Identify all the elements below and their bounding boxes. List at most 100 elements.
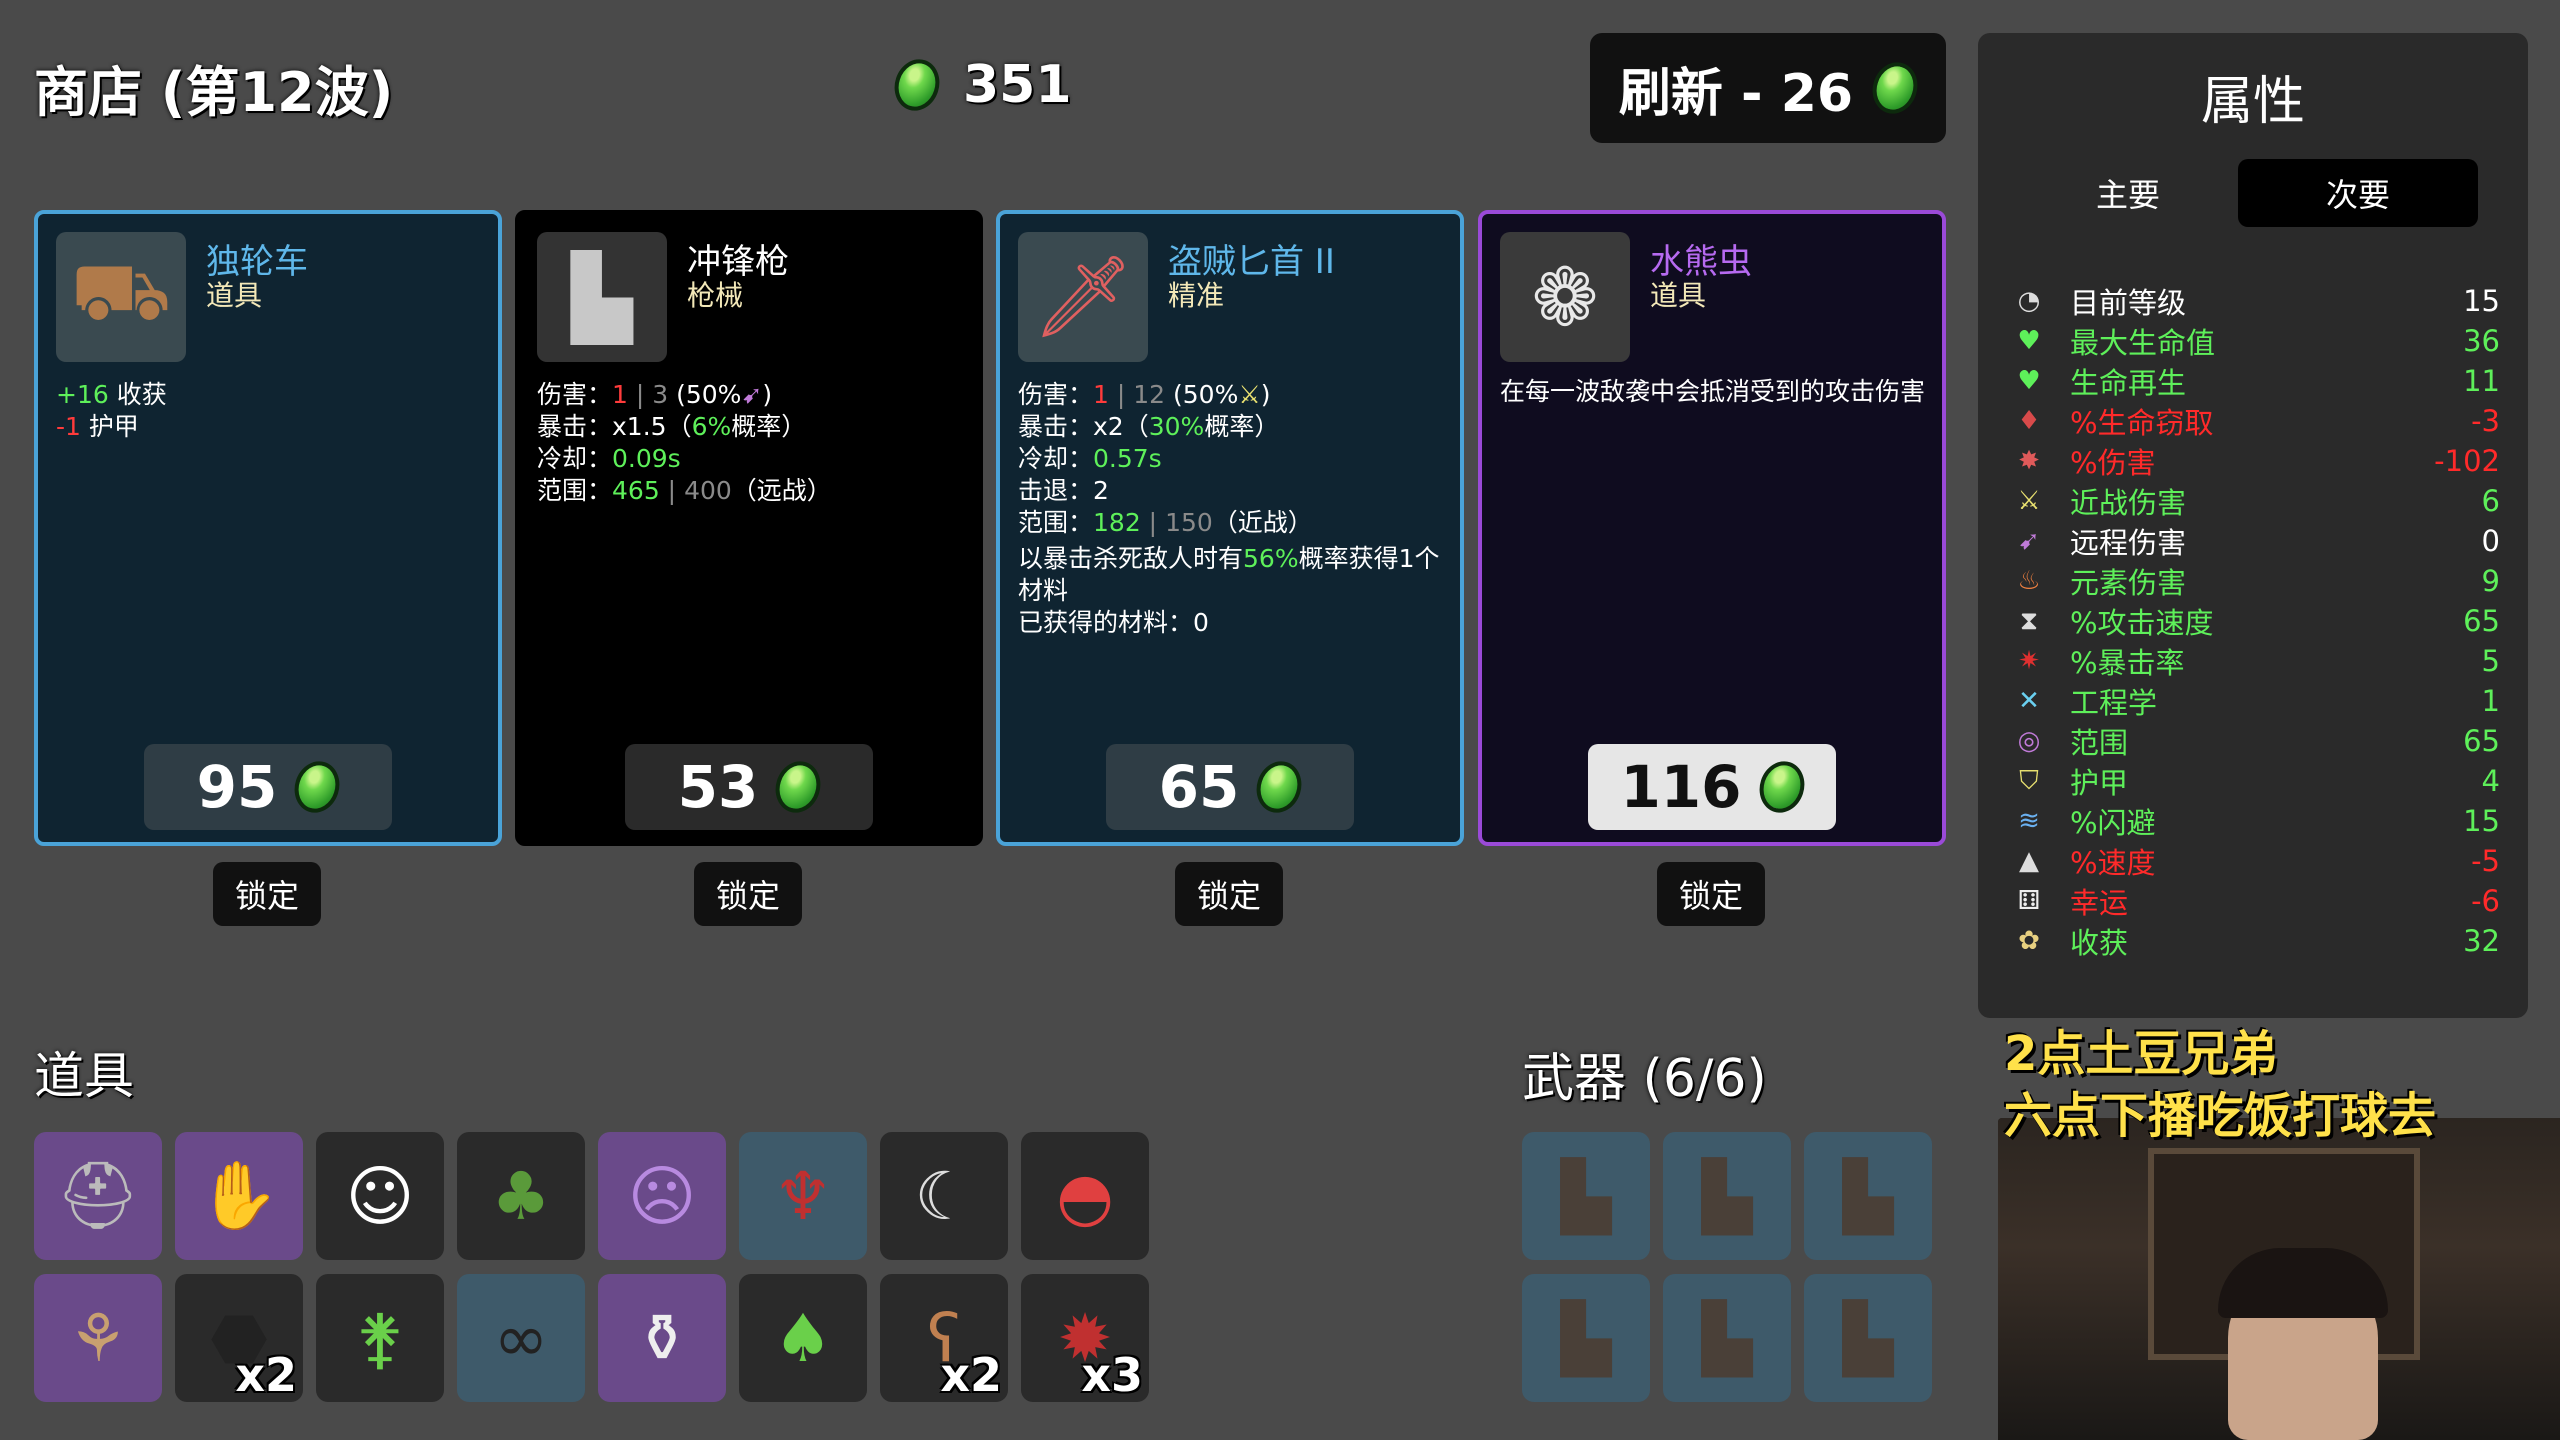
- smg-icon: ▙: [1842, 1299, 1894, 1377]
- item-slot[interactable]: ♣: [457, 1132, 585, 1260]
- heart-icon: ♥: [2017, 326, 2041, 356]
- stat-value: -6: [2471, 884, 2500, 918]
- stat-row[interactable]: ✕ 工程学 1: [2012, 683, 2500, 720]
- item-slot[interactable]: ✹ x3: [1021, 1274, 1149, 1402]
- special-effect: 以暴击杀死敌人时有56%概率获得1个材料: [1018, 544, 1440, 605]
- weapon-slot[interactable]: ▙: [1663, 1132, 1791, 1260]
- gold-amount: 351: [963, 55, 1072, 115]
- shop-card-thief-dagger[interactable]: 🗡 盗贼匕首 II 精准 伤害：1 | 12 (50%⚔) 暴击：x2（30%概…: [996, 210, 1464, 846]
- item-slot[interactable]: ⚵: [316, 1274, 444, 1402]
- item-count: x2: [235, 1348, 297, 1402]
- weapon-stats: 伤害：1 | 12 (50%⚔) 暴击：x2（30%概率） 冷却：0.57s 击…: [1018, 379, 1458, 639]
- stat-row[interactable]: ⚅ 幸运 -6: [2012, 883, 2500, 920]
- material-gem-icon: [1250, 755, 1309, 819]
- shop-card-wheelbarrow[interactable]: ⛟ 独轮车 道具 +16 收获 -1 护甲 95: [34, 210, 502, 846]
- stat-value: 4: [2481, 764, 2500, 798]
- lock-button[interactable]: 锁定: [694, 862, 802, 926]
- price-value: 53: [677, 753, 759, 821]
- item-slot[interactable]: ⛑: [34, 1132, 162, 1260]
- shop-card-tardigrade[interactable]: ❁ 水熊虫 道具 在每一波敌袭中会抵消受到的攻击伤害 116: [1478, 210, 1946, 846]
- stat-row[interactable]: ▲ %速度 -5: [2012, 843, 2500, 880]
- effect-line: -1 护甲: [56, 412, 139, 441]
- item-slot[interactable]: ⬣ x2: [175, 1274, 303, 1402]
- stat-value: 15: [2463, 284, 2500, 318]
- lock-button[interactable]: 锁定: [1175, 862, 1283, 926]
- stat-row[interactable]: ◔ 目前等级 15: [2012, 283, 2500, 320]
- tab-secondary[interactable]: 次要: [2238, 159, 2478, 227]
- smg-icon: ▙: [1701, 1299, 1753, 1377]
- weapon-slot[interactable]: ▙: [1804, 1274, 1932, 1402]
- stat-label: %生命窃取: [2070, 406, 2214, 440]
- stat-crit: 暴击：x2（30%概率）: [1018, 412, 1280, 441]
- stat-value: 1: [2481, 684, 2500, 718]
- ghost-icon: ☹: [627, 1157, 697, 1235]
- dagger-icon: 🗡: [1018, 232, 1148, 362]
- stat-label: %伤害: [2070, 446, 2156, 480]
- reroll-button[interactable]: 刷新 - 26: [1590, 33, 1946, 143]
- item-slot[interactable]: ◓: [1021, 1132, 1149, 1260]
- price-value: 116: [1620, 753, 1742, 821]
- stat-label: %暴击率: [2070, 646, 2185, 680]
- item-slot[interactable]: ✋: [175, 1132, 303, 1260]
- buy-price-button[interactable]: 95: [144, 744, 392, 830]
- stat-row[interactable]: ✸ %伤害 -102: [2012, 443, 2500, 480]
- item-slot[interactable]: ♆: [739, 1132, 867, 1260]
- weapon-slot[interactable]: ▙: [1663, 1274, 1791, 1402]
- item-slot[interactable]: ʕ x2: [880, 1274, 1008, 1402]
- stat-label: 护甲: [2070, 766, 2129, 800]
- smg-icon: ▙: [1560, 1157, 1612, 1235]
- lock-button[interactable]: 锁定: [213, 862, 321, 926]
- stat-row[interactable]: ♦ %生命窃取 -3: [2012, 403, 2500, 440]
- item-slot[interactable]: ☾: [880, 1132, 1008, 1260]
- buy-price-button[interactable]: 116: [1588, 744, 1836, 830]
- stat-row[interactable]: ⛉ 护甲 4: [2012, 763, 2500, 800]
- stat-row[interactable]: ♥ 生命再生 11: [2012, 363, 2500, 400]
- materials-gained: 已获得的材料：0: [1018, 608, 1209, 637]
- stat-label: 生命再生: [2070, 366, 2187, 400]
- weapon-slot[interactable]: ▙: [1522, 1274, 1650, 1402]
- elemental-icon: ♨: [2017, 566, 2041, 596]
- material-gem-icon: [288, 755, 347, 819]
- item-effects: +16 收获 -1 护甲: [56, 379, 496, 443]
- stat-row[interactable]: ♨ 元素伤害 9: [2012, 563, 2500, 600]
- item-slot[interactable]: ☹: [598, 1132, 726, 1260]
- buy-price-button[interactable]: 53: [625, 744, 873, 830]
- stat-value: 15: [2463, 804, 2500, 838]
- stat-row[interactable]: ➹ 远程伤害 0: [2012, 523, 2500, 560]
- lock-button[interactable]: 锁定: [1657, 862, 1765, 926]
- stat-value: 11: [2463, 364, 2500, 398]
- item-type: 枪械: [687, 279, 744, 312]
- stat-value: 0: [2481, 524, 2500, 558]
- egg-mask-icon: ☺: [345, 1157, 415, 1235]
- regen-icon: ♥: [2017, 366, 2041, 396]
- gold-counter: 351: [888, 53, 1072, 117]
- stat-row[interactable]: ⚔ 近战伤害 6: [2012, 483, 2500, 520]
- stat-row[interactable]: ✷ %暴击率 5: [2012, 643, 2500, 680]
- smg-icon: ▙: [1842, 1157, 1894, 1235]
- stat-row[interactable]: ◎ 范围 65: [2012, 723, 2500, 760]
- stat-row[interactable]: ✿ 收获 32: [2012, 923, 2500, 960]
- item-slot[interactable]: ⚱: [598, 1274, 726, 1402]
- weapon-slot[interactable]: ▙: [1522, 1132, 1650, 1260]
- stat-row[interactable]: ♥ 最大生命值 36: [2012, 323, 2500, 360]
- wheelbarrow-icon: ⛟: [56, 232, 186, 362]
- item-slot[interactable]: ⚘: [34, 1274, 162, 1402]
- webcam-feed: [1998, 1118, 2560, 1440]
- item-slot[interactable]: ☺: [316, 1132, 444, 1260]
- stat-value: 65: [2463, 724, 2500, 758]
- tab-primary[interactable]: 主要: [2008, 159, 2248, 227]
- shop-card-smg[interactable]: ▙ 冲锋枪 枪械 伤害：1 | 3 (50%➹) 暴击：x1.5（6%概率） 冷…: [515, 210, 983, 846]
- crescent-icon: ☾: [914, 1157, 974, 1235]
- weapon-slot[interactable]: ▙: [1804, 1132, 1932, 1260]
- stat-label: 范围: [2070, 726, 2129, 760]
- item-slot[interactable]: ♠: [739, 1274, 867, 1402]
- item-slot[interactable]: ∞: [457, 1274, 585, 1402]
- armor-icon: ⛉: [2019, 765, 2039, 796]
- speed-icon: ▲: [2019, 846, 2039, 876]
- scarecrow-icon: ♆: [773, 1157, 833, 1235]
- stat-cooldown: 冷却：0.09s: [537, 444, 681, 473]
- buy-price-button[interactable]: 65: [1106, 744, 1354, 830]
- harvesting-icon: ✿: [2018, 926, 2040, 956]
- stat-row[interactable]: ≋ %闪避 15: [2012, 803, 2500, 840]
- stat-row[interactable]: ⧗ %攻击速度 65: [2012, 603, 2500, 640]
